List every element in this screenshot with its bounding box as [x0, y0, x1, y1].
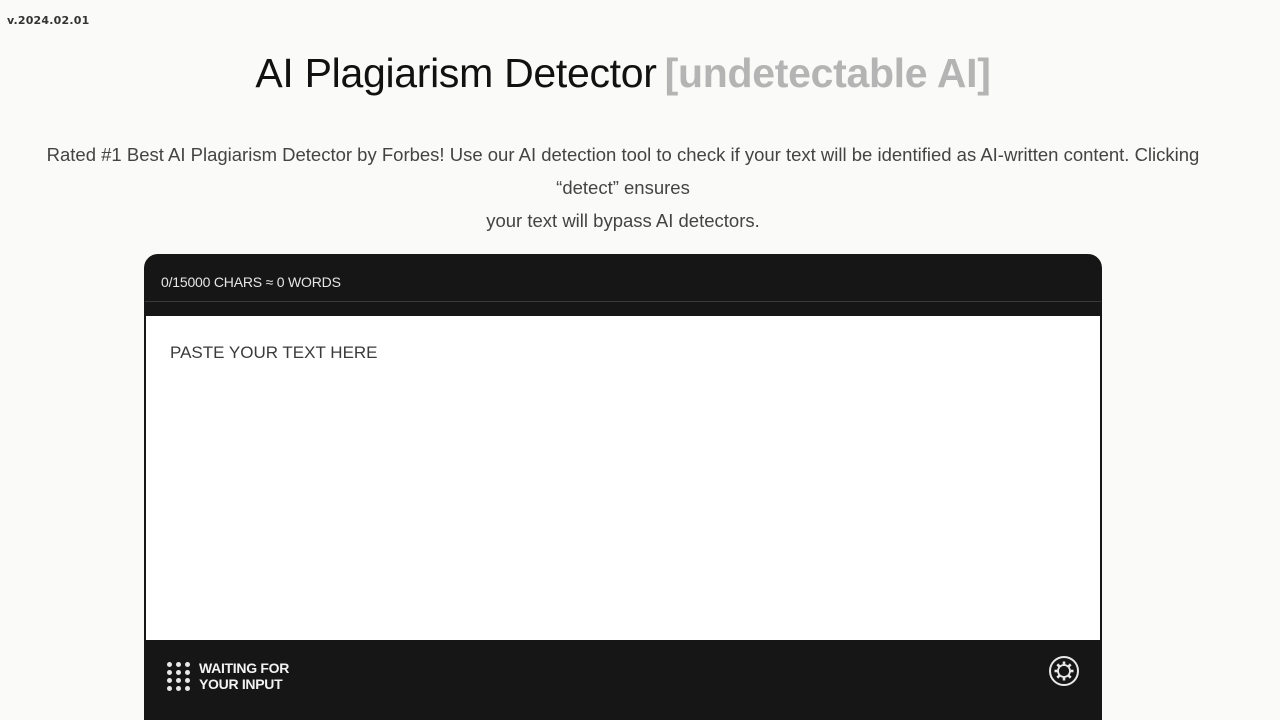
page: v.2024.02.01 AI Plagiarism Detector [unde…: [0, 0, 1280, 720]
panel-header: 0/15000 CHARS ≈ 0 WORDS: [145, 255, 1101, 302]
char-count: 0/15000 CHARS ≈ 0 WORDS: [161, 274, 341, 290]
status-text: WAITING FOR YOUR INPUT: [199, 660, 289, 692]
page-title: AI Plagiarism Detector [undetectable AI]: [0, 50, 1246, 97]
settings-button[interactable]: [1049, 656, 1079, 686]
title-text: AI Plagiarism Detector: [255, 50, 657, 96]
loading-dots-icon: [167, 662, 190, 692]
subtitle-line-1: Rated #1 Best AI Plagiarism Detector by …: [46, 144, 1200, 198]
text-input[interactable]: [146, 316, 1100, 640]
status-line-2: YOUR INPUT: [199, 676, 283, 692]
panel-footer: WAITING FOR YOUR INPUT: [145, 641, 1101, 720]
version-label: v.2024.02.01: [7, 14, 90, 27]
title-accent: [undetectable AI]: [664, 50, 991, 96]
gear-icon: [1054, 661, 1074, 681]
status-line-1: WAITING FOR: [199, 660, 290, 676]
page-subtitle: Rated #1 Best AI Plagiarism Detector by …: [30, 138, 1216, 237]
detector-panel: 0/15000 CHARS ≈ 0 WORDS WAITING FOR YOUR…: [144, 254, 1102, 720]
subtitle-line-2: your text will bypass AI detectors.: [486, 210, 760, 231]
